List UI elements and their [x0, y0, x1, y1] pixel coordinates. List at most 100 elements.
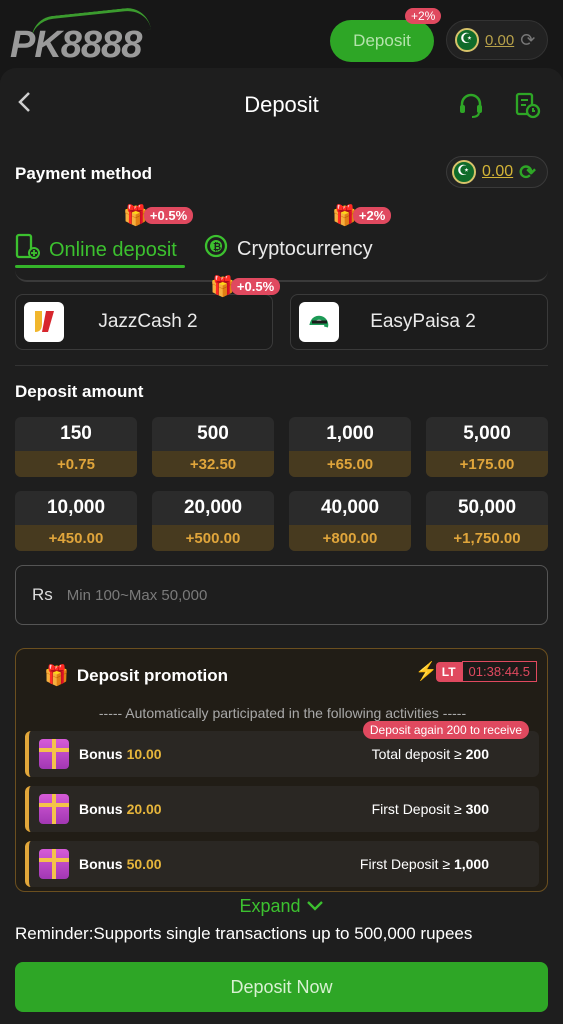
- promotion-title: 🎁 Deposit promotion: [44, 663, 228, 688]
- amount-bonus: +32.50: [152, 451, 274, 477]
- jazzcash-badge-text: +0.5%: [230, 278, 281, 295]
- amount-input[interactable]: [66, 586, 531, 604]
- bonus-amount: 20.00: [126, 801, 162, 817]
- bonus-label: Bonus: [79, 856, 123, 872]
- bonus-condition: First Deposit ≥ 1,000: [360, 856, 489, 872]
- bonus-label: Bonus: [79, 746, 123, 762]
- bonus-row[interactable]: Bonus 10.00 Total deposit ≥ 200 Deposit …: [25, 721, 539, 777]
- gift-box-icon: [39, 849, 69, 879]
- channel-jazzcash-name: JazzCash 2: [98, 311, 198, 332]
- expand-label: Expand: [239, 896, 301, 916]
- amount-value: 1,000: [326, 423, 374, 444]
- deposit-now-button[interactable]: Deposit Now: [15, 962, 548, 1012]
- promotion-timer: ⚡ LT 01:38:44.5: [415, 661, 537, 682]
- channel-easypaisa[interactable]: EasyPaisa 2: [290, 294, 548, 350]
- amount-option[interactable]: 20,000 +500.00: [152, 491, 274, 551]
- tab-cryptocurrency-label: Cryptocurrency: [237, 237, 373, 260]
- online-deposit-badge: 🎁 +0.5%: [123, 203, 194, 228]
- top-balance-value: 0.00: [485, 31, 515, 49]
- bonus-condition-value: 200: [465, 746, 489, 762]
- bonus-row[interactable]: Bonus 50.00 First Deposit ≥ 1,000: [25, 841, 539, 887]
- refresh-icon[interactable]: ⟳: [519, 160, 536, 185]
- expand-button[interactable]: Expand: [0, 896, 563, 917]
- amount-value: 50,000: [457, 497, 517, 518]
- top-balance[interactable]: 0.00 ⟳: [446, 20, 548, 60]
- bonus-condition-text: First Deposit ≥: [371, 801, 462, 817]
- amount-option[interactable]: 50,000 +1,750.00: [426, 491, 548, 551]
- amount-bonus: +450.00: [15, 525, 137, 551]
- tab-divider: [15, 270, 548, 282]
- bonus-condition-value: 1,000: [453, 856, 489, 872]
- phone-deposit-icon: [15, 233, 41, 267]
- top-deposit-button[interactable]: Deposit: [330, 20, 434, 62]
- header: Deposit: [0, 68, 563, 140]
- bonus-amount: 50.00: [126, 856, 162, 872]
- gift-box-icon: [39, 794, 69, 824]
- tab-cryptocurrency[interactable]: ₿ Cryptocurrency: [203, 233, 373, 265]
- records-icon[interactable]: [512, 90, 542, 120]
- pakistan-flag-icon: [452, 160, 476, 184]
- bonus-label: Bonus: [79, 801, 123, 817]
- refresh-icon[interactable]: ⟳: [520, 30, 535, 51]
- amount-option[interactable]: 10,000 +450.00: [15, 491, 137, 551]
- deposit-amount-label: Deposit amount: [15, 382, 144, 401]
- tab-online-deposit-label: Online deposit: [49, 238, 177, 261]
- amount-option[interactable]: 40,000 +800.00: [289, 491, 411, 551]
- logo[interactable]: PK8888: [10, 24, 142, 67]
- svg-text:₿: ₿: [213, 241, 221, 253]
- channel-easypaisa-name: EasyPaisa 2: [370, 311, 476, 332]
- jazzcash-badge: 🎁 +0.5%: [210, 274, 281, 299]
- deposit-sheet: Deposit Payment method 0.00 ⟳ Online dep…: [0, 68, 563, 1024]
- bonus-condition: First Deposit ≥ 300: [372, 801, 489, 817]
- amount-bonus: +1,750.00: [426, 525, 548, 551]
- payment-tabs: Online deposit 🎁 +0.5% ₿ Cryptocurrency …: [15, 205, 548, 282]
- bonus-amount: 10.00: [126, 746, 162, 762]
- amount-option[interactable]: 1,000 +65.00: [289, 417, 411, 477]
- divider: [15, 365, 548, 366]
- channel-jazzcash[interactable]: JazzCash 2: [15, 294, 273, 350]
- auto-participate-text: ----- Automatically participated in the …: [98, 705, 467, 721]
- pakistan-flag-icon: [455, 28, 479, 52]
- balance-pill[interactable]: 0.00 ⟳: [446, 156, 548, 188]
- bonus-condition-value: 300: [465, 801, 489, 817]
- amount-value: 40,000: [320, 497, 380, 518]
- bonus-condition-text: First Deposit ≥: [359, 856, 451, 872]
- crypto-badge-text: +2%: [352, 207, 392, 224]
- amount-option[interactable]: 150 +0.75: [15, 417, 137, 477]
- payment-method-label: Payment method: [15, 164, 152, 183]
- timer-value: 01:38:44.5: [461, 661, 537, 682]
- headset-icon[interactable]: [456, 90, 486, 120]
- deposit-promotion: 🎁 Deposit promotion ⚡ LT 01:38:44.5 ----…: [15, 648, 548, 892]
- gift-box-icon: [39, 739, 69, 769]
- deposit-again-badge: Deposit again 200 to receive: [362, 721, 529, 739]
- reminder-text: Reminder:Supports single transactions up…: [15, 924, 473, 943]
- bonus-condition: Total deposit ≥ 200: [372, 746, 489, 762]
- amount-value: 10,000: [46, 497, 106, 518]
- bonus-condition-text: Total deposit ≥: [371, 746, 462, 762]
- bonus-row[interactable]: Bonus 20.00 First Deposit ≥ 300: [25, 786, 539, 832]
- amount-value: 5,000: [463, 423, 511, 444]
- lightning-icon: ⚡: [415, 661, 438, 681]
- jazzcash-logo: [24, 302, 64, 342]
- balance-value: 0.00: [482, 163, 514, 180]
- amount-bonus: +175.00: [426, 451, 548, 477]
- currency-label: Rs: [32, 585, 53, 604]
- top-deposit-badge: +2%: [405, 8, 442, 24]
- tab-online-deposit[interactable]: Online deposit: [15, 233, 177, 267]
- bitcoin-icon: ₿: [203, 233, 229, 265]
- amount-value: 150: [60, 423, 92, 444]
- amount-option[interactable]: 500 +32.50: [152, 417, 274, 477]
- crypto-badge: 🎁 +2%: [332, 203, 392, 228]
- amount-bonus: +0.75: [15, 451, 137, 477]
- amount-bonus: +65.00: [289, 451, 411, 477]
- chevron-down-icon: [306, 896, 324, 916]
- amount-option[interactable]: 5,000 +175.00: [426, 417, 548, 477]
- gift-icon: 🎁: [44, 665, 69, 687]
- amount-field[interactable]: Rs: [15, 565, 548, 625]
- amount-bonus: +500.00: [152, 525, 274, 551]
- lt-badge: LT: [435, 661, 462, 682]
- amount-bonus: +800.00: [289, 525, 411, 551]
- amount-value: 500: [197, 423, 229, 444]
- amount-value: 20,000: [183, 497, 243, 518]
- promotion-title-text: Deposit promotion: [76, 665, 229, 685]
